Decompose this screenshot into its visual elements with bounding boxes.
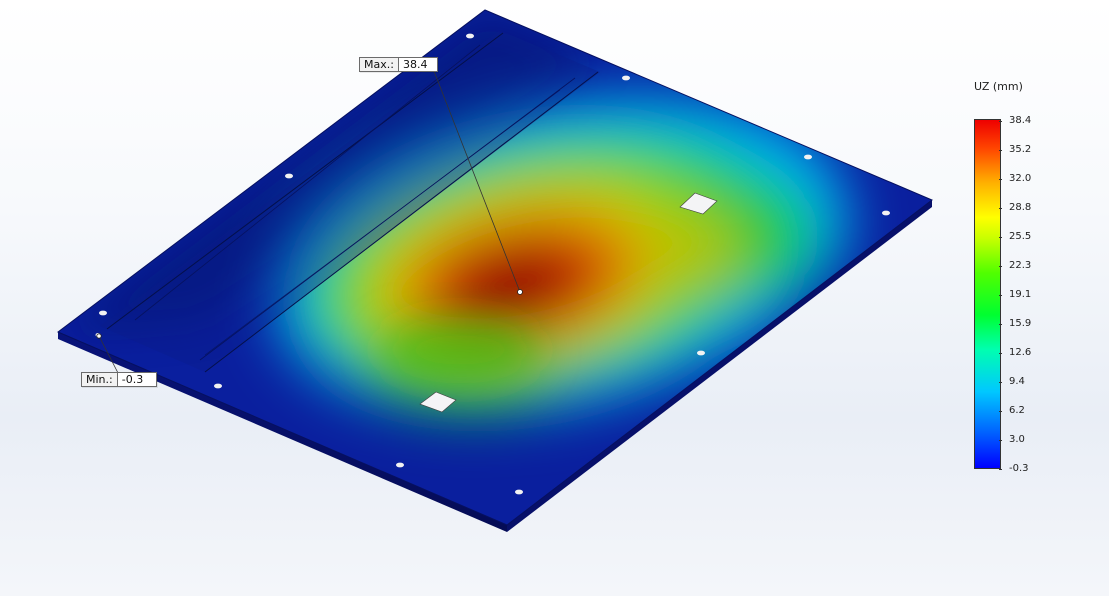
min-probe-point[interactable]	[96, 333, 102, 339]
legend-tick-label: 6.2	[999, 405, 1025, 417]
legend-tick-label: 3.0	[999, 434, 1025, 446]
legend-tick-label: 35.2	[998, 144, 1031, 156]
max-probe-value: 38.4	[402, 58, 428, 71]
max-probe-label[interactable]: Max.: 38.4	[359, 57, 438, 72]
legend-tick-label: 25.5	[998, 231, 1031, 243]
legend-tick-label: 22.3	[998, 260, 1031, 272]
legend-tick-label: -0.3	[999, 463, 1029, 475]
legend-tick-label: 12.6	[998, 347, 1031, 359]
min-probe-value: -0.3	[121, 373, 144, 386]
max-probe-tag: Max.:	[360, 58, 399, 71]
simulation-viewport[interactable]: Max.: 38.4 Min.: -0.3 UZ (mm) 38.4 35.2 32…	[0, 0, 1109, 596]
legend-title: UZ (mm)	[974, 80, 1023, 93]
deformation-plot[interactable]	[0, 0, 1109, 596]
legend-tick-label: 9.4	[999, 376, 1025, 388]
legend-color-bar	[974, 119, 1001, 469]
color-legend[interactable]: UZ (mm) 38.4 35.2 32.0 28.8 25.5 22.3 19.1 15.9…	[960, 78, 1070, 478]
legend-tick-label: 28.8	[998, 202, 1031, 214]
min-probe-label[interactable]: Min.: -0.3	[81, 372, 157, 387]
legend-ticks: 38.4 35.2 32.0 28.8 25.5 22.3 19.1 15.9 12.6 9.4 6…	[998, 115, 1061, 475]
legend-tick-label: 19.1	[998, 289, 1031, 301]
legend-tick-label: 32.0	[998, 173, 1031, 185]
min-probe-tag: Min.:	[82, 373, 118, 386]
legend-tick-label: 38.4	[998, 115, 1031, 127]
max-probe-point[interactable]	[517, 289, 523, 295]
plate-surface[interactable]	[58, 10, 932, 525]
legend-tick-label: 15.9	[998, 318, 1031, 330]
